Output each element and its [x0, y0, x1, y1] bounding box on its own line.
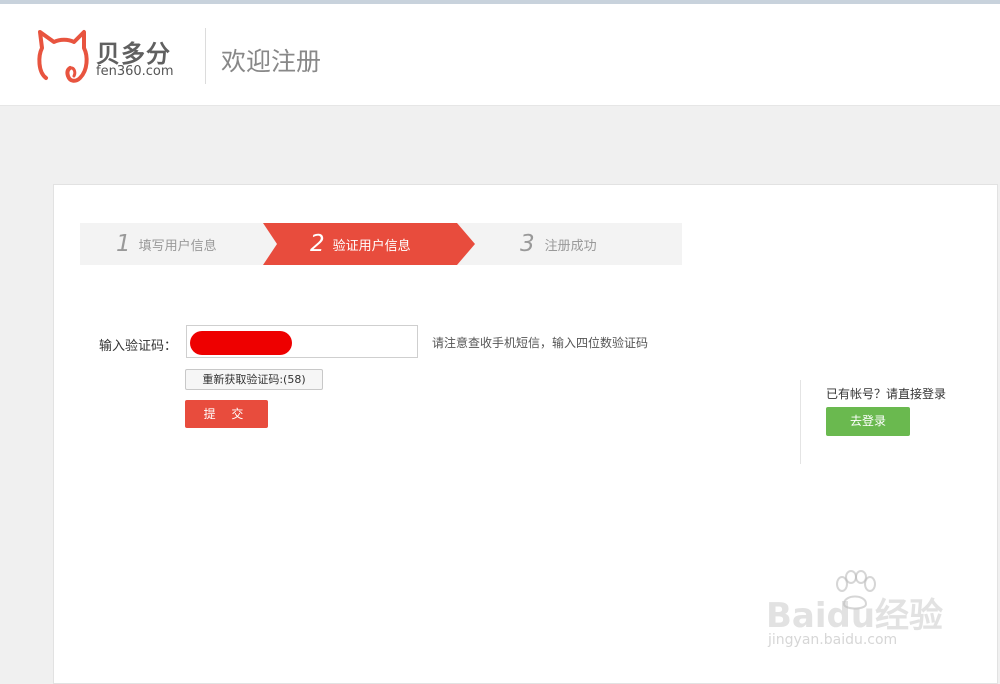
- step-3-number: 3: [520, 231, 535, 257]
- site-header: 贝多分 fen360.com 欢迎注册: [0, 4, 1000, 106]
- verification-code-input[interactable]: [186, 325, 418, 358]
- watermark-sub-text: jingyan.baidu.com: [768, 632, 898, 648]
- code-hint-text: 请注意查收手机短信，输入四位数验证码: [432, 336, 649, 350]
- step-3-label: 注册成功: [544, 238, 597, 254]
- step-2: 2 验证用户信息: [310, 223, 411, 265]
- step-1: 1 填写用户信息: [116, 223, 217, 265]
- step-indicator: 1 填写用户信息 2 验证用户信息 3 注册成功: [80, 223, 682, 265]
- submit-button[interactable]: 提 交: [185, 400, 268, 428]
- step-3: 3 注册成功: [520, 223, 597, 265]
- baidu-jingyan-watermark: Baidu经验 jingyan.baidu.com: [762, 570, 952, 660]
- page-title: 欢迎注册: [221, 47, 322, 76]
- login-button[interactable]: 去登录: [826, 407, 910, 436]
- step-1-label: 填写用户信息: [138, 238, 217, 254]
- step-1-number: 1: [116, 231, 131, 257]
- brand-logo[interactable]: 贝多分 fen360.com: [34, 26, 194, 90]
- watermark-main-text: Baidu经验: [766, 596, 944, 636]
- step-2-number: 2: [310, 231, 325, 257]
- resend-code-button[interactable]: 重新获取验证码:(58): [185, 369, 323, 390]
- code-field-label: 输入验证码：: [99, 339, 178, 354]
- cat-outline-icon: [37, 30, 89, 83]
- redaction-mark: [190, 331, 292, 355]
- header-divider: [205, 28, 206, 84]
- side-divider: [800, 380, 801, 464]
- login-prompt: 已有帐号？请直接登录: [826, 387, 947, 401]
- brand-domain: fen360.com: [96, 64, 174, 79]
- step-2-label: 验证用户信息: [332, 238, 411, 254]
